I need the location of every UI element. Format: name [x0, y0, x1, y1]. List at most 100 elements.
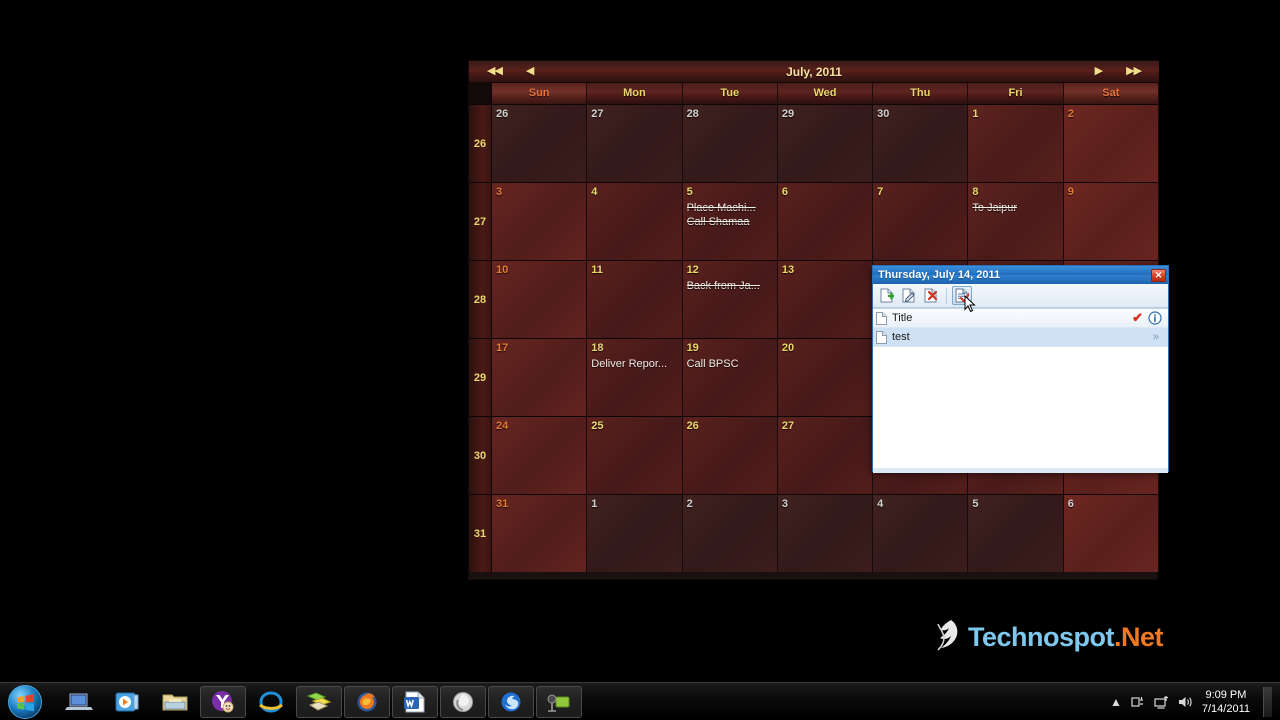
calendar-day-cell[interactable]: 12 Back from Ja... [682, 261, 778, 338]
calendar-day-cell[interactable]: 7 [873, 183, 969, 260]
task-list-button[interactable] [952, 286, 972, 305]
day-number: 6 [781, 186, 788, 198]
delete-task-button[interactable] [921, 286, 941, 305]
day-detail-title: Thursday, July 14, 2011 [878, 269, 1001, 281]
day-events: Place Machi... Call Shamaa [687, 201, 773, 229]
prev-month-button[interactable]: ◀ [520, 66, 539, 77]
power-icon[interactable] [1131, 695, 1145, 709]
calendar-day-cell[interactable]: 4 [587, 183, 683, 260]
calendar-day-cell[interactable]: 18 Deliver Repor... [587, 339, 683, 416]
calendar-day-cell[interactable]: 27 [777, 417, 874, 494]
clock-time: 9:09 PM [1205, 689, 1247, 701]
calendar-day-cell[interactable]: 5 Place Machi... Call Shamaa [682, 183, 778, 260]
taskbar-item-gray-app[interactable] [440, 685, 486, 718]
day-number: 2 [1067, 108, 1074, 120]
prev-year-button[interactable]: ◀◀ [481, 66, 508, 77]
calendar-day-cell[interactable]: 19 Call BPSC [682, 339, 778, 416]
taskbar-item-blue-app[interactable] [488, 685, 534, 718]
day-header-wed: Wed [777, 83, 874, 104]
calendar-event[interactable]: To Jaipur [972, 201, 1058, 215]
watermark-tld: .Net [1114, 622, 1164, 652]
day-detail-statusbar [873, 468, 1168, 473]
watermark: Technospot.Net [935, 618, 1164, 657]
start-button[interactable] [8, 684, 42, 719]
task-list-item[interactable]: test » [873, 328, 1168, 347]
day-number: 19 [686, 342, 699, 354]
calendar-day-cell[interactable]: 6 [1063, 495, 1159, 572]
calendar-day-cell[interactable]: 31 [492, 495, 588, 572]
clock[interactable]: 9:09 PM 7/14/2011 [1202, 688, 1250, 716]
calendar-day-cell[interactable]: 17 [492, 339, 588, 416]
calendar-day-cell[interactable]: 3 [777, 495, 874, 572]
check-icon[interactable]: ✔ [1127, 310, 1148, 326]
calendar-day-cell[interactable]: 26 [682, 417, 778, 494]
day-header-tue: Tue [682, 83, 778, 104]
next-month-button[interactable]: ▶ [1089, 66, 1108, 77]
calendar-day-cell[interactable]: 29 [777, 105, 874, 182]
calendar-day-cell[interactable]: 4 [873, 495, 969, 572]
calendar-event[interactable]: Call Shamaa [687, 215, 773, 229]
day-number: 26 [686, 420, 699, 432]
day-number: 28 [686, 108, 699, 120]
calendar-day-cell[interactable]: 25 [587, 417, 683, 494]
taskbar-item-media-player[interactable] [104, 686, 150, 718]
clock-date: 7/14/2011 [1201, 703, 1250, 715]
calendar-day-cell[interactable]: 13 [777, 261, 874, 338]
calendar-day-cell[interactable]: 11 [587, 261, 683, 338]
calendar-day-cell[interactable]: 6 [777, 183, 874, 260]
taskbar-item-screen-recorder[interactable] [536, 685, 582, 718]
volume-icon[interactable] [1178, 695, 1193, 709]
day-events: Deliver Repor... [591, 357, 677, 371]
taskbar-item-internet-explorer[interactable] [248, 686, 294, 718]
task-list-header: Title ✔ [873, 309, 1168, 328]
calendar-day-cell[interactable]: 28 [682, 105, 778, 182]
calendar-event[interactable]: Back from Ja... [687, 279, 773, 293]
show-hidden-icons-button[interactable]: ▲ [1110, 695, 1122, 709]
day-number: 27 [781, 420, 795, 432]
calendar-day-cell[interactable]: 5 [968, 495, 1064, 572]
watermark-name: Technospot [968, 622, 1115, 652]
week-number: 29 [469, 339, 492, 416]
calendar-event[interactable]: Place Machi... [687, 201, 773, 215]
calendar-day-cell[interactable]: 3 [492, 183, 588, 260]
day-number: 20 [781, 342, 795, 354]
calendar-day-cell[interactable]: 20 [777, 339, 874, 416]
calendar-titlebar: ◀◀ ◀ July, 2011 ▶ ▶▶ [469, 61, 1159, 83]
taskbar-item-explorer[interactable] [152, 686, 198, 718]
calendar-event[interactable]: Deliver Repor... [591, 357, 677, 371]
calendar-day-cell[interactable]: 30 [873, 105, 969, 182]
taskbar-item-yahoo-messenger[interactable] [200, 685, 246, 718]
day-detail-titlebar[interactable]: Thursday, July 14, 2011 ✕ [873, 266, 1168, 284]
calendar-day-cell[interactable]: 2 [1063, 105, 1159, 182]
taskbar-item-sticky-notes[interactable] [296, 685, 342, 718]
day-events: Back from Ja... [687, 279, 773, 293]
taskbar-item-laptop[interactable] [56, 686, 102, 718]
day-number: 2 [686, 498, 693, 510]
day-header-mon: Mon [587, 83, 683, 104]
calendar-day-cell[interactable]: 10 [492, 261, 588, 338]
calendar-day-cell[interactable]: 24 [492, 417, 588, 494]
calendar-event[interactable]: Call BPSC [687, 357, 773, 371]
taskbar-item-word[interactable] [392, 685, 438, 718]
calendar-month-label: July, 2011 [786, 64, 842, 79]
calendar-day-cell[interactable]: 9 [1063, 183, 1159, 260]
day-number: 3 [496, 186, 503, 198]
calendar-day-cell[interactable]: 1 [968, 105, 1064, 182]
day-header-fri: Fri [968, 83, 1064, 104]
network-icon[interactable] [1154, 695, 1169, 709]
calendar-day-cell[interactable]: 8 To Jaipur [968, 183, 1064, 260]
calendar-day-cell[interactable]: 26 [492, 105, 588, 182]
new-task-button[interactable] [877, 286, 897, 305]
info-icon[interactable] [1148, 311, 1165, 325]
show-desktop-button[interactable] [1263, 687, 1272, 717]
chevron-down-icon[interactable]: » [1153, 331, 1165, 343]
next-year-button[interactable]: ▶▶ [1120, 66, 1147, 77]
edit-task-button[interactable] [899, 286, 919, 305]
day-number: 4 [591, 186, 598, 198]
close-icon[interactable]: ✕ [1151, 268, 1166, 282]
calendar-day-cell[interactable]: 2 [682, 495, 778, 572]
document-icon [876, 330, 887, 344]
calendar-day-cell[interactable]: 27 [587, 105, 683, 182]
taskbar-item-firefox[interactable] [344, 685, 390, 718]
calendar-day-cell[interactable]: 1 [587, 495, 683, 572]
